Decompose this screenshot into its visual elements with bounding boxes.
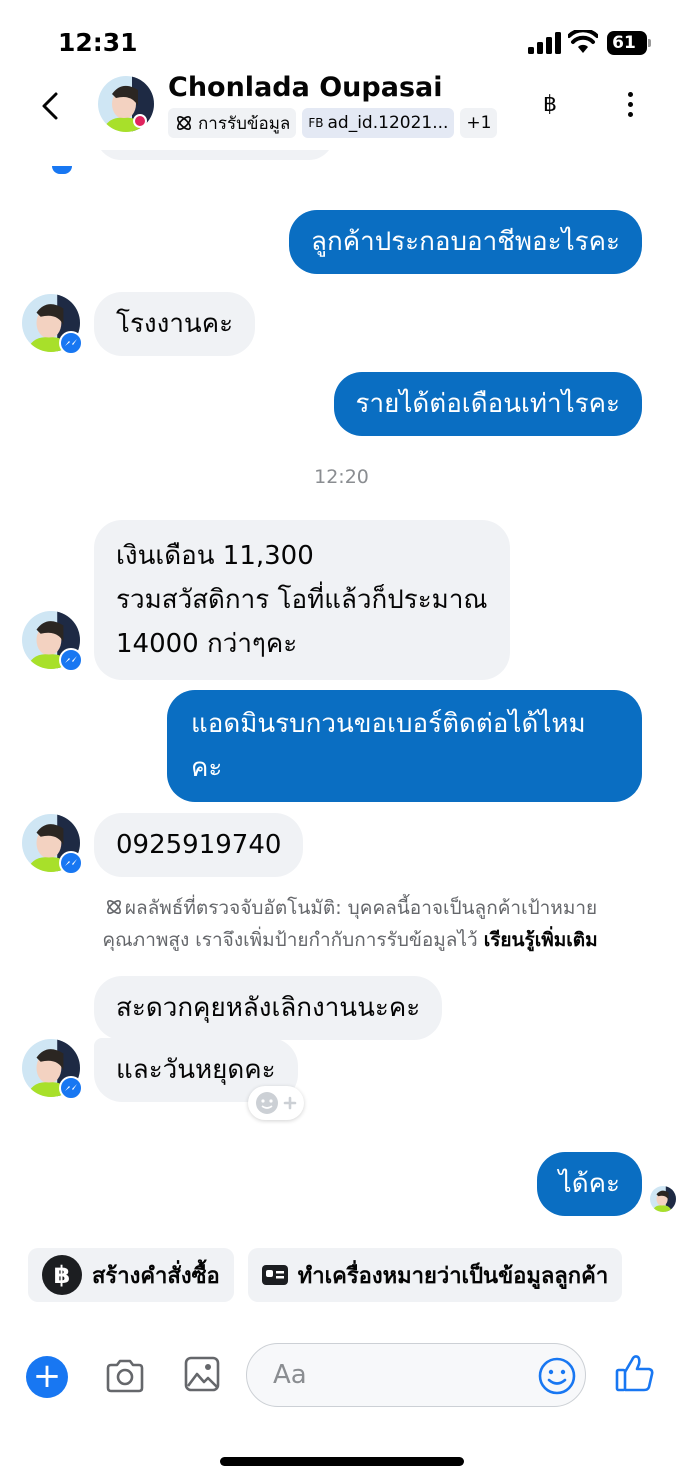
mark-as-lead-button[interactable]: ทำเครื่องหมายว่าเป็นข้อมูลลูกค้า	[247, 1248, 623, 1302]
message-bubble-incoming[interactable]: 0925919740	[94, 813, 304, 877]
message-line: เงินเดือน 11,300	[116, 541, 314, 571]
message-bubble-incoming[interactable]: โรงงานคะ	[94, 292, 256, 356]
messenger-badge-icon	[59, 648, 83, 672]
conversation-header: Chonlada Oupasai การรับข้อมูล FB ad_id.1…	[0, 70, 683, 150]
contact-tags: การรับข้อมูล FB ad_id.12021... +1	[168, 108, 498, 138]
currency-icon[interactable]: ฿	[543, 92, 557, 117]
back-arrow-icon[interactable]	[36, 88, 66, 124]
message-bubble-outgoing[interactable]: ลูกค้าประกอบอาชีพอะไรคะ	[289, 210, 642, 274]
wifi-icon	[568, 30, 598, 53]
cellular-signal-icon	[528, 32, 561, 54]
quick-actions: ฿ สร้างคำสั่งซื้อ ทำเครื่องหมายว่าเป็นข้…	[28, 1248, 623, 1302]
auto-detection-notice: ผลลัพธ์ที่ตรวจจับอัตโนมัติ: บุคคลนี้อาจเ…	[55, 892, 645, 956]
message-timestamp: 12:20	[314, 466, 369, 488]
smiley-plus-icon	[256, 1092, 297, 1114]
message-bubble-outgoing[interactable]: ได้คะ	[536, 1152, 642, 1216]
message-input[interactable]: Aa	[246, 1343, 586, 1407]
battery-icon: 61	[607, 31, 651, 55]
battery-level: 61	[612, 33, 636, 53]
messenger-badge-icon	[59, 851, 83, 875]
message-bubble-incoming[interactable]: เงินเดือน 11,300 รวมสวัสดิการ โอที่แล้วก…	[94, 520, 510, 680]
messenger-badge-icon	[59, 331, 83, 355]
status-bar: 12:31 61	[0, 0, 683, 80]
lead-tag-label: การรับข้อมูล	[198, 113, 291, 134]
message-bubble-outgoing[interactable]: แอดมินรบกวนขอเบอร์ติดต่อได้ไหม คะ	[167, 690, 642, 802]
add-reaction-button[interactable]	[248, 1086, 304, 1120]
messenger-badge-icon	[59, 1076, 83, 1100]
baht-coin-icon: ฿	[42, 1255, 82, 1295]
more-tags-count[interactable]: +1	[460, 108, 498, 138]
atom-icon	[177, 116, 191, 130]
notice-line-2: คุณภาพสูง เราจึงเพิ่มป้ายกำกับการรับข้อม…	[102, 929, 484, 951]
message-bubble-incoming[interactable]: สะดวกคุยหลังเลิกงานนะคะ	[94, 976, 443, 1040]
ad-id-tag[interactable]: FB ad_id.12021...	[302, 108, 455, 138]
lead-tag[interactable]: การรับข้อมูล	[168, 108, 297, 138]
id-card-icon	[261, 1265, 288, 1285]
message-line: แอดมินรบกวนขอเบอร์ติดต่อได้ไหม	[191, 709, 586, 739]
thumbs-up-icon[interactable]	[614, 1352, 656, 1394]
message-composer: + Aa	[0, 1340, 683, 1414]
presence-dot	[133, 114, 147, 128]
message-bubble-partial	[96, 150, 334, 160]
mark-as-lead-label: ทำเครื่องหมายว่าเป็นข้อมูลลูกค้า	[297, 1263, 609, 1289]
message-line: รวมสวัสดิการ โอที่แล้วก็ประมาณ	[116, 585, 488, 615]
status-time: 12:31	[58, 28, 138, 57]
contact-name[interactable]: Chonlada Oupasai	[168, 72, 443, 103]
plus-icon[interactable]: +	[26, 1356, 68, 1398]
atom-icon	[106, 900, 121, 914]
home-indicator[interactable]	[220, 1457, 464, 1466]
more-options-icon[interactable]	[622, 90, 638, 120]
camera-icon[interactable]	[104, 1358, 146, 1394]
facebook-label: FB	[308, 116, 324, 130]
create-order-label: สร้างคำสั่งซื้อ	[92, 1263, 220, 1289]
message-input-placeholder: Aa	[273, 1360, 307, 1390]
gallery-icon[interactable]	[184, 1356, 220, 1392]
learn-more-link[interactable]: เรียนรู้เพิ่มเติม	[484, 929, 598, 951]
seen-receipt-avatar	[650, 1186, 676, 1212]
messenger-badge-icon-partial	[50, 166, 74, 176]
message-line: คะ	[191, 753, 223, 783]
message-line: 14000 กว่าๆคะ	[116, 629, 298, 659]
message-list[interactable]: ลูกค้าประกอบอาชีพอะไรคะ โรงงานคะ รายได้ต…	[0, 150, 683, 1240]
create-order-button[interactable]: ฿ สร้างคำสั่งซื้อ	[28, 1248, 234, 1302]
ad-id-label: ad_id.12021...	[327, 113, 449, 133]
notice-line-1: ผลลัพธ์ที่ตรวจจับอัตโนมัติ: บุคคลนี้อาจเ…	[124, 897, 598, 919]
message-bubble-outgoing[interactable]: รายได้ต่อเดือนเท่าไรคะ	[333, 372, 642, 436]
emoji-icon[interactable]	[537, 1356, 577, 1396]
